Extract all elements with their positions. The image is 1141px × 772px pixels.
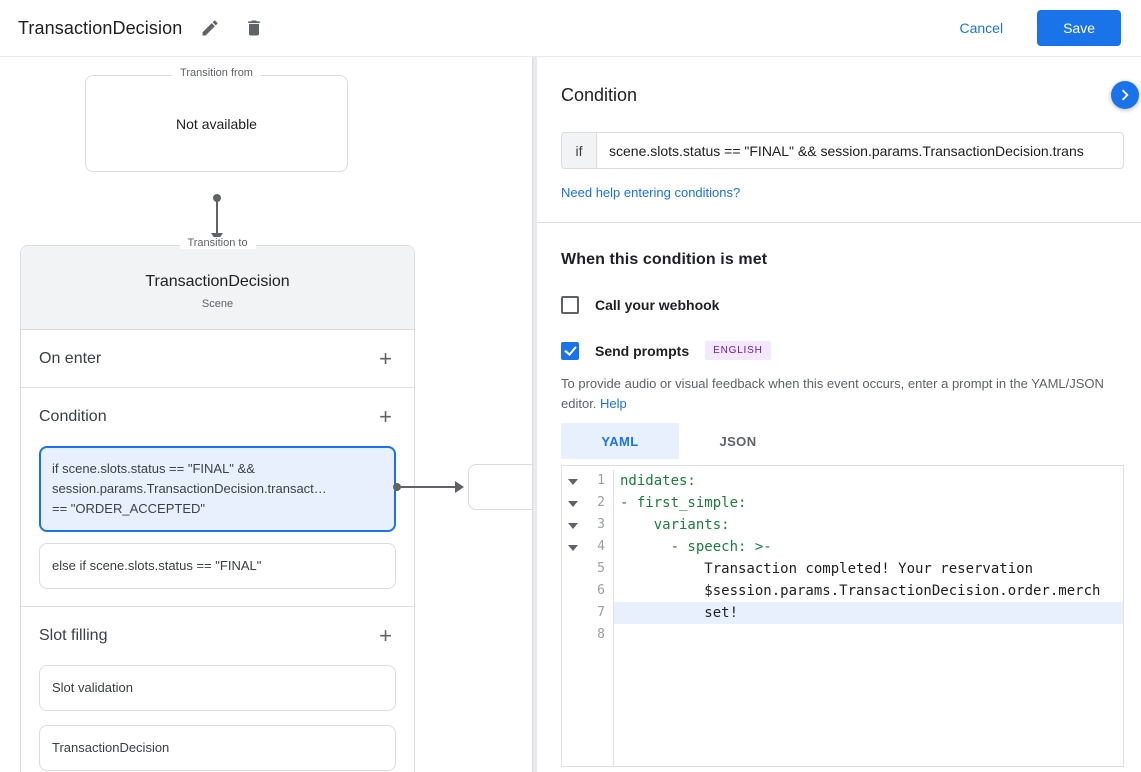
editor-line: 1 ndidates: — [562, 470, 1123, 492]
fold-toggle-icon[interactable] — [562, 492, 584, 514]
code-line[interactable]: $session.params.TransactionDecision.orde… — [614, 580, 1123, 602]
editor-line: 2 - first_simple: — [562, 492, 1123, 514]
fold-toggle-icon[interactable] — [562, 536, 584, 558]
editor-line: 6 $session.params.TransactionDecision.or… — [562, 580, 1123, 602]
line-number: 4 — [597, 539, 605, 554]
fold-toggle-icon[interactable] — [562, 470, 584, 492]
tab-yaml[interactable]: YAML — [561, 423, 679, 459]
send-prompts-row: Send prompts ENGLISH — [561, 341, 1124, 360]
editor-line: 8 — [562, 624, 1123, 646]
transition-to-label: Transition to — [179, 237, 256, 249]
condition-card-line: else if scene.slots.status == "FINAL" — [52, 558, 262, 573]
condition-card-line: if scene.slots.status == "FINAL" && — [52, 461, 255, 476]
scene-node-title: TransactionDecision — [145, 273, 290, 290]
line-number: 7 — [597, 605, 605, 620]
chevron-right-icon — [1114, 84, 1136, 106]
line-number: 6 — [597, 583, 605, 598]
webhook-checkbox[interactable] — [561, 296, 579, 314]
condition-connector-dot — [393, 483, 401, 491]
prompt-description-text: To provide audio or visual feedback when… — [561, 376, 1104, 411]
transition-from-node: Transition from Not available — [85, 67, 348, 172]
tab-json[interactable]: JSON — [679, 423, 797, 459]
line-number: 1 — [597, 473, 605, 488]
line-number: 3 — [597, 517, 605, 532]
send-prompts-label: Send prompts — [595, 342, 690, 359]
webhook-row: Call your webhook — [561, 296, 1124, 314]
on-enter-row: On enter + — [21, 330, 414, 387]
code-line[interactable]: - first_simple: — [614, 492, 1123, 514]
scene-editor-app: TransactionDecision Cancel Save Transiti… — [0, 0, 1141, 772]
delete-scene-button[interactable] — [238, 12, 270, 44]
trash-icon — [244, 18, 264, 38]
panel-title: Condition — [561, 85, 638, 105]
connector-line — [216, 201, 218, 233]
editor-empty-area[interactable] — [562, 646, 1123, 766]
top-bar: TransactionDecision Cancel Save — [0, 0, 1141, 57]
condition-card-line: session.params.TransactionDecision.trans… — [52, 481, 327, 496]
line-number: 2 — [597, 495, 605, 510]
if-prefix-label: if — [561, 132, 596, 169]
line-number: 8 — [597, 627, 605, 642]
condition-card-line: == "ORDER_ACCEPTED" — [52, 501, 205, 516]
yaml-editor[interactable]: 1 ndidates: 2 - first_simple: 3 variants… — [561, 465, 1124, 767]
prompt-description: To provide audio or visual feedback when… — [561, 374, 1124, 414]
transition-target-node[interactable] — [468, 464, 532, 510]
condition-expression-input[interactable] — [596, 132, 1124, 169]
scene-node-subtitle: Scene — [201, 298, 234, 310]
editor-line: 4 - speech: >- — [562, 536, 1123, 558]
condition-connector-line — [401, 486, 455, 488]
editor-line-highlighted: 7 set! — [562, 602, 1123, 624]
cancel-button[interactable]: Cancel — [953, 19, 1009, 37]
save-button[interactable]: Save — [1037, 10, 1121, 46]
slot-card-transaction-decision[interactable]: TransactionDecision — [39, 725, 396, 771]
condition-card-selected[interactable]: if scene.slots.status == "FINAL" && sess… — [39, 446, 396, 532]
page-title: TransactionDecision — [18, 17, 183, 38]
add-on-enter-button[interactable]: + — [369, 344, 402, 374]
webhook-label: Call your webhook — [595, 297, 720, 313]
condition-card-else[interactable]: else if scene.slots.status == "FINAL" — [39, 543, 396, 589]
code-line[interactable]: - speech: >- — [614, 536, 1123, 558]
prompt-help-link[interactable]: Help — [600, 396, 627, 411]
add-condition-button[interactable]: + — [369, 402, 402, 432]
code-line[interactable]: variants: — [614, 514, 1123, 536]
condition-section: Condition + if scene.slots.status == "FI… — [21, 387, 414, 589]
scene-node[interactable]: Transition to TransactionDecision Scene … — [20, 237, 415, 772]
editor-line: 5 Transaction completed! Your reservatio… — [562, 558, 1123, 580]
collapse-panel-button[interactable] — [1111, 81, 1139, 109]
code-line[interactable]: ndidates: — [614, 470, 1123, 492]
slot-card-validation[interactable]: Slot validation — [39, 665, 396, 711]
scene-node-header[interactable]: TransactionDecision Scene — [21, 246, 414, 330]
on-enter-label: On enter — [39, 349, 102, 367]
condition-panel: Condition if Need help entering conditio… — [537, 57, 1141, 772]
edit-title-button[interactable] — [194, 12, 226, 44]
line-number: 5 — [597, 561, 605, 576]
condition-connector-arrowhead — [455, 481, 464, 493]
condition-section-label: Condition — [39, 408, 107, 425]
condition-met-title: When this condition is met — [561, 251, 768, 268]
condition-help-link[interactable]: Need help entering conditions? — [561, 185, 740, 200]
language-badge: ENGLISH — [705, 341, 771, 360]
code-line[interactable] — [614, 624, 1123, 646]
flow-canvas[interactable]: Transition from Not available Transition… — [0, 57, 532, 772]
editor-line: 3 variants: — [562, 514, 1123, 536]
editor-tabs: YAML JSON — [561, 423, 1124, 459]
slot-filling-section: Slot filling + Slot validation Transacti… — [21, 606, 414, 771]
send-prompts-checkbox[interactable] — [561, 341, 579, 360]
pencil-icon — [200, 18, 220, 38]
add-slot-button[interactable]: + — [369, 621, 402, 651]
code-line[interactable]: set! — [614, 602, 1123, 624]
fold-toggle-icon[interactable] — [562, 514, 584, 536]
panel-divider — [537, 222, 1141, 223]
code-line[interactable]: Transaction completed! Your reservation — [614, 558, 1123, 580]
transition-from-label: Transition from — [172, 67, 261, 79]
slot-filling-section-label: Slot filling — [39, 627, 108, 644]
transition-from-content: Not available — [176, 115, 257, 132]
